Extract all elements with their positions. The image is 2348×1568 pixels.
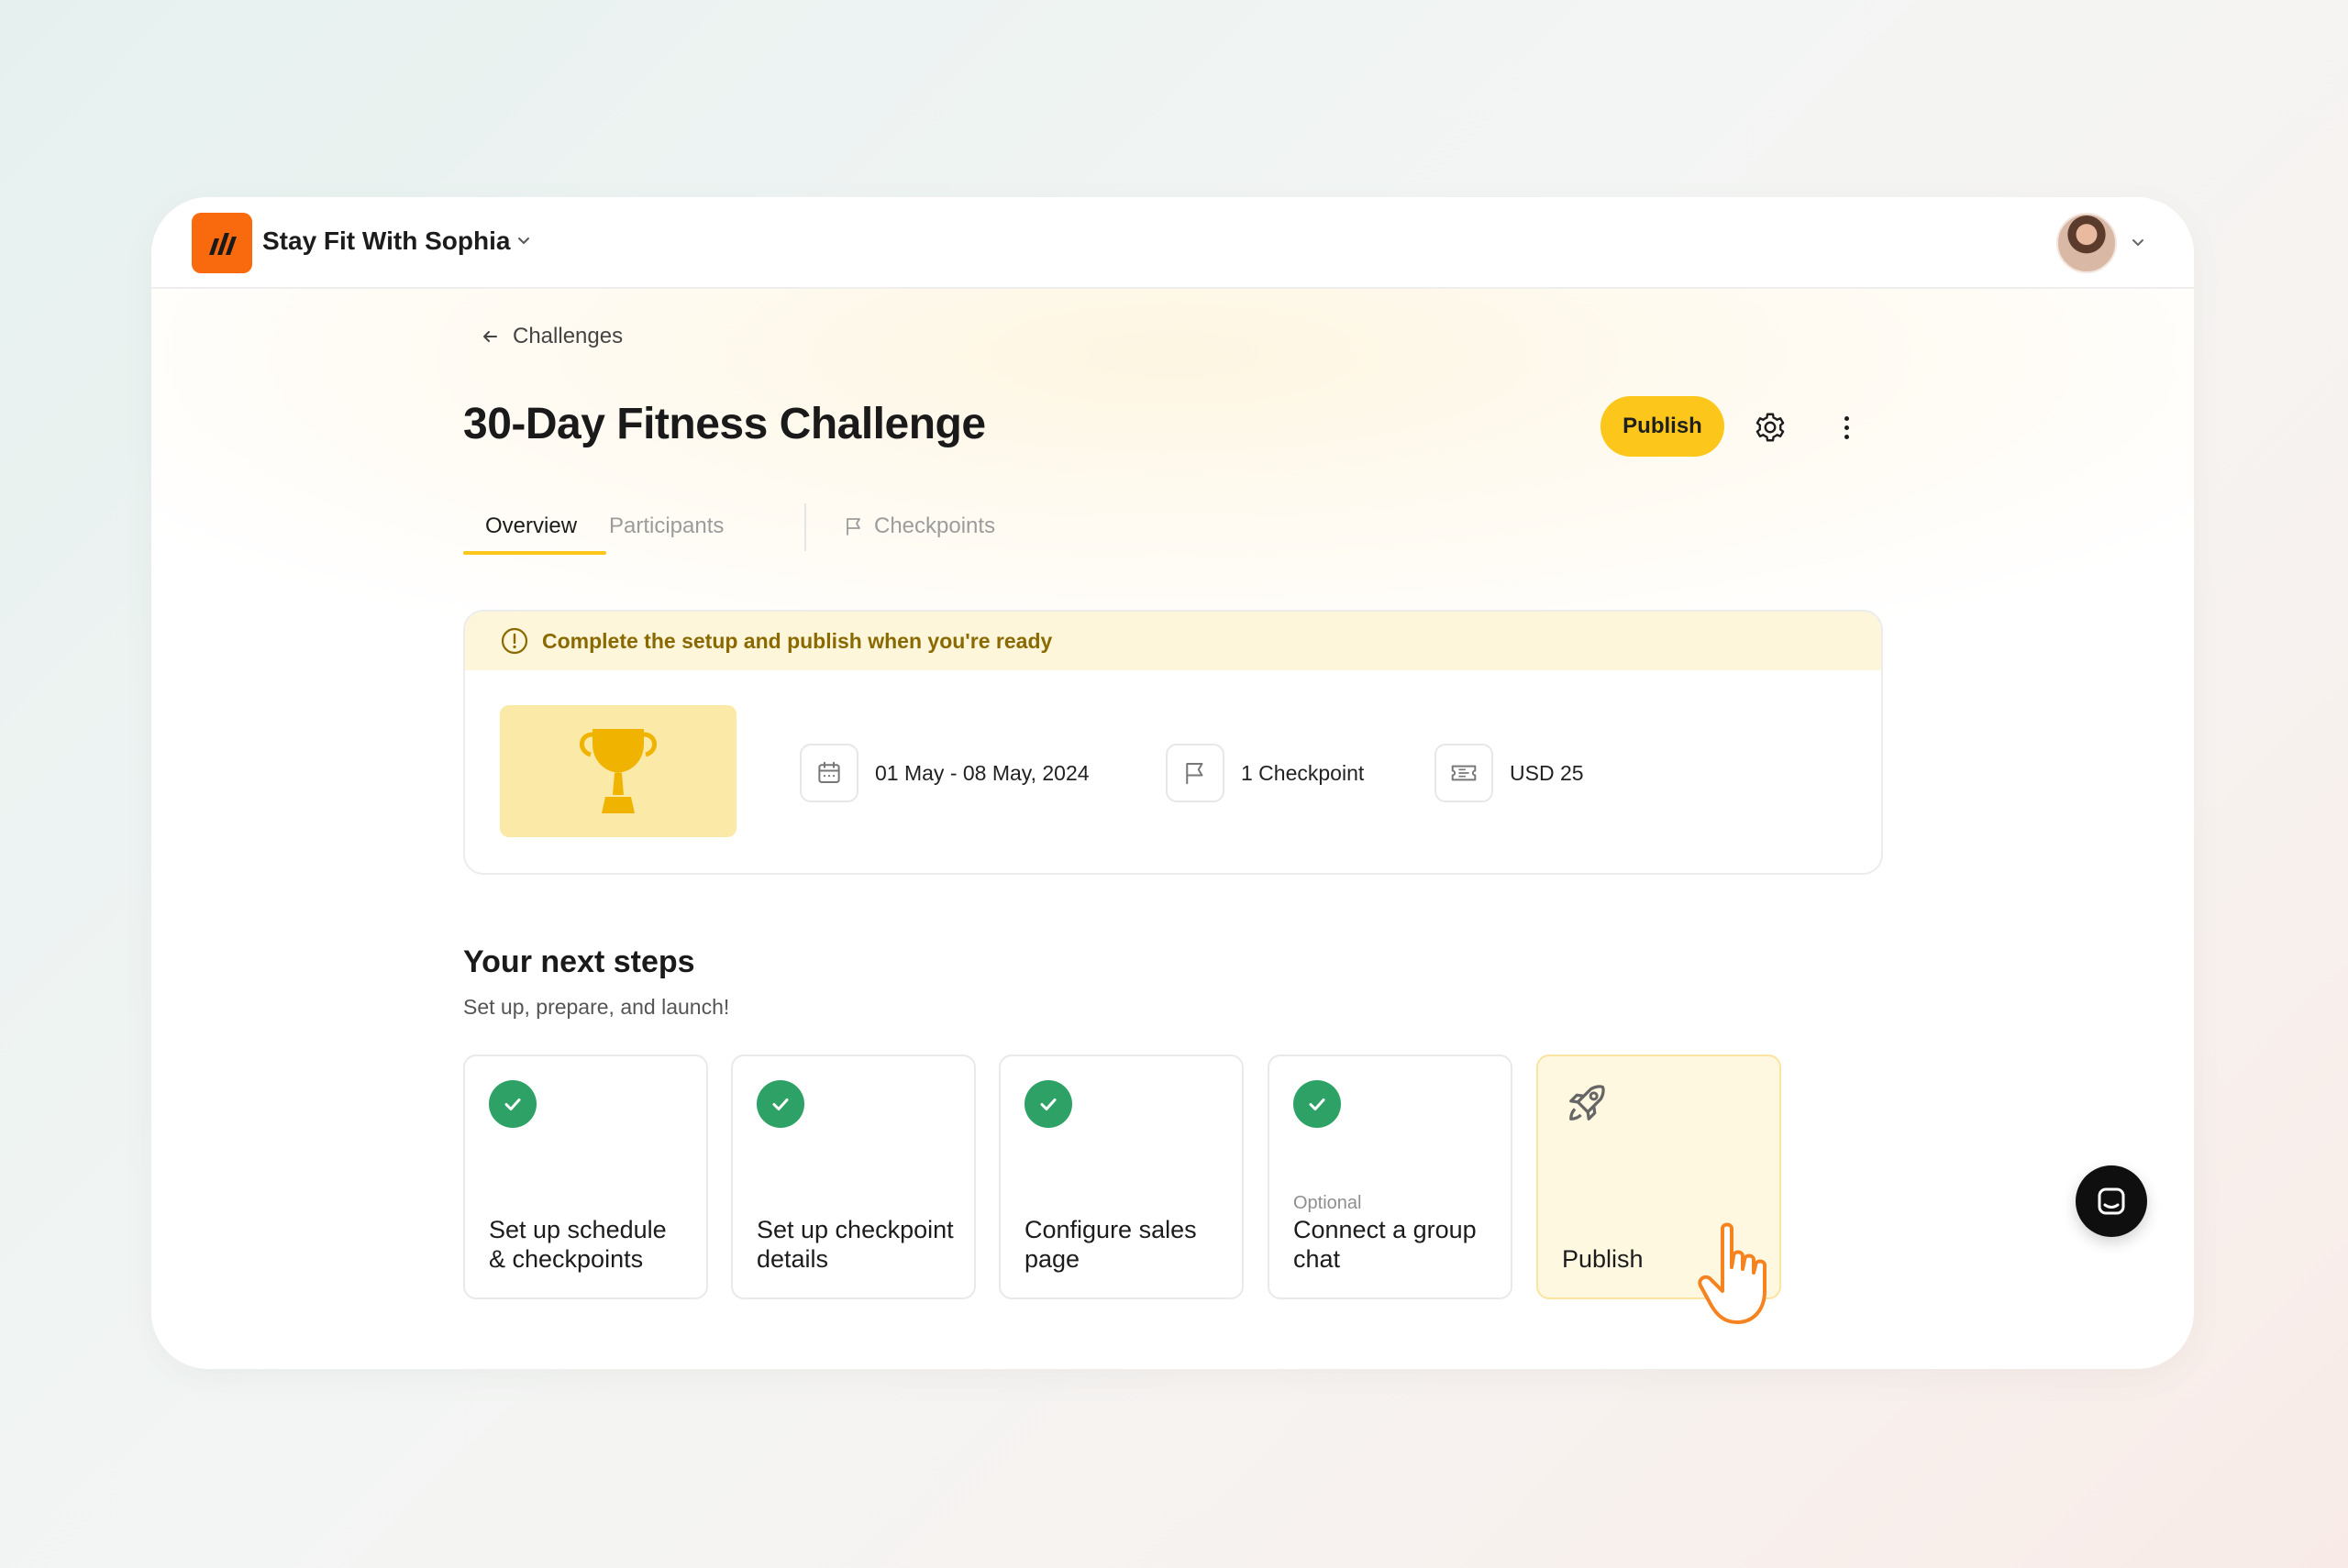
check-circle-icon: [757, 1080, 804, 1128]
setup-banner-text: Complete the setup and publish when you'…: [542, 628, 1053, 653]
check-circle-icon: [1293, 1080, 1341, 1128]
page-title: 30-Day Fitness Challenge: [463, 400, 986, 448]
app-window: Stay Fit With Sophia Challenges 30-Day F…: [151, 197, 2194, 1369]
logo-mark-icon: [209, 233, 237, 255]
chat-icon: [2098, 1187, 2125, 1215]
flag-icon: [1166, 744, 1224, 802]
step-card-group-chat[interactable]: Optional Connect a group chat: [1268, 1055, 1512, 1299]
brand-logo[interactable]: [192, 213, 252, 273]
step-label: Set up checkpoint details: [757, 1216, 954, 1273]
alert-circle-icon: [501, 627, 528, 655]
gear-icon[interactable]: [1754, 411, 1787, 444]
avatar[interactable]: [2056, 213, 2117, 273]
checkpoint-count-text: 1 Checkpoint: [1241, 760, 1365, 785]
check-circle-icon: [489, 1080, 537, 1128]
tab-checkpoints[interactable]: Checkpoints: [843, 500, 995, 553]
check-circle-icon: [1024, 1080, 1072, 1128]
arrow-left-icon: [483, 331, 497, 342]
step-label: Connect a group chat: [1293, 1216, 1477, 1273]
checkpoint-count: 1 Checkpoint: [1166, 744, 1364, 802]
next-steps-subtitle: Set up, prepare, and launch!: [463, 995, 730, 1019]
step-label-wrap: Optional Connect a group chat: [1293, 1191, 1494, 1274]
challenge-summary-card: Complete the setup and publish when you'…: [463, 610, 1883, 875]
step-card-schedule[interactable]: Set up schedule & checkpoints: [463, 1055, 708, 1299]
tab-participants[interactable]: Participants: [609, 500, 724, 553]
breadcrumb[interactable]: Challenges: [480, 324, 623, 349]
date-range-text: 01 May - 08 May, 2024: [875, 760, 1090, 785]
calendar-icon: [800, 744, 858, 802]
chevron-down-icon[interactable]: [515, 232, 532, 253]
tab-checkpoints-label: Checkpoints: [874, 513, 996, 538]
step-label: Set up schedule & checkpoints: [489, 1216, 667, 1273]
brand-name[interactable]: Stay Fit With Sophia: [262, 226, 510, 256]
challenge-cover-image[interactable]: [500, 705, 737, 837]
ticket-icon: [1434, 744, 1493, 802]
price-text: USD 25: [1510, 760, 1584, 785]
step-card-checkpoint-details[interactable]: Set up checkpoint details: [731, 1055, 976, 1299]
rocket-icon: [1562, 1080, 1610, 1132]
hand-pointer-icon: [1695, 1220, 1796, 1330]
chat-launcher-button[interactable]: [2076, 1165, 2147, 1237]
hero-background: [151, 289, 2194, 619]
more-options-icon[interactable]: [1830, 411, 1863, 444]
publish-button[interactable]: Publish: [1600, 396, 1724, 457]
optional-tag: Optional: [1293, 1193, 1362, 1213]
tab-bar: Overview Participants Checkpoints: [463, 500, 1105, 555]
tab-divider: [804, 503, 806, 551]
date-range: 01 May - 08 May, 2024: [800, 744, 1090, 802]
price: USD 25: [1434, 744, 1584, 802]
breadcrumb-label: Challenges: [513, 324, 624, 348]
active-tab-indicator: [463, 551, 606, 555]
chevron-down-icon[interactable]: [2130, 234, 2146, 255]
step-card-sales-page[interactable]: Configure sales page: [999, 1055, 1244, 1299]
step-label: Configure sales page: [1024, 1216, 1197, 1273]
setup-banner: Complete the setup and publish when you'…: [465, 612, 1881, 670]
next-steps-title: Your next steps: [463, 944, 695, 979]
top-bar: Stay Fit With Sophia: [151, 197, 2194, 289]
trophy-icon: [580, 729, 657, 813]
tab-overview[interactable]: Overview: [485, 500, 577, 553]
flag-icon: [847, 518, 860, 536]
